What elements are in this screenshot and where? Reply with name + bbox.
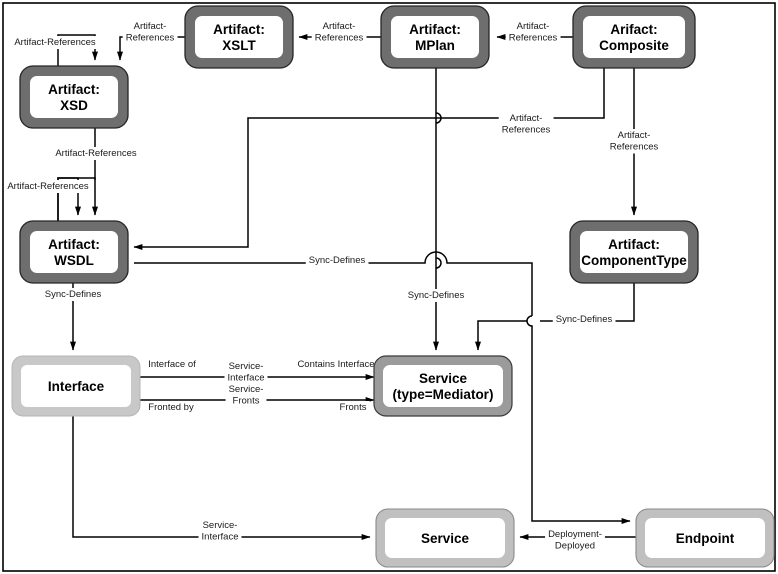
lbl-ctype-smed: Sync-Defines <box>552 313 616 326</box>
svg-text:Service-: Service- <box>203 520 238 531</box>
svg-text:Artifact-: Artifact- <box>510 113 543 124</box>
node-wsdl[interactable]: Artifact:WSDL <box>19 220 129 284</box>
svg-text:Deployed: Deployed <box>555 541 595 552</box>
lbl-wsdl-iface: Sync-Defines <box>41 288 105 301</box>
lbl-interface-of: Interface of <box>145 358 200 371</box>
svg-text:Fronts: Fronts <box>340 402 367 413</box>
svg-text:References: References <box>509 33 558 44</box>
lbl-xsd-wsdl: Artifact-References <box>52 147 140 160</box>
svg-text:Artifact-: Artifact- <box>323 21 356 32</box>
lbl-service-interface: Service-Interface <box>224 360 268 385</box>
svg-text:Deployment-: Deployment- <box>548 529 602 540</box>
node-mplan-label-1: MPlan <box>415 38 455 53</box>
svg-text:References: References <box>610 142 659 153</box>
node-xslt-label-0: Artifact: <box>213 22 265 37</box>
node-smed-label-0: Service <box>419 371 468 386</box>
node-smed-label-1: (type=Mediator) <box>393 387 494 402</box>
svg-text:Sync-Defines: Sync-Defines <box>45 289 102 300</box>
node-xsd-label-0: Artifact: <box>48 82 100 97</box>
svg-text:Artifact-: Artifact- <box>134 21 167 32</box>
node-svc-label-0: Service <box>421 531 470 546</box>
lbl-iface-svc: Service-Interface <box>198 519 242 544</box>
svg-text:Fronted by: Fronted by <box>148 402 194 413</box>
svg-text:Artifact-: Artifact- <box>517 21 550 32</box>
node-ctype[interactable]: Artifact:ComponentType <box>569 220 699 284</box>
lbl-comp-ctype: Artifact-References <box>606 129 662 154</box>
node-mplan-label-0: Artifact: <box>409 22 461 37</box>
svg-text:References: References <box>502 125 551 136</box>
node-svc[interactable]: Service <box>375 508 515 568</box>
relationship-diagram: Artifact-ReferencesArtifact-ReferencesAr… <box>2 2 776 572</box>
lbl-contains-interface: Contains Interface <box>294 358 378 371</box>
svg-text:Sync-Defines: Sync-Defines <box>309 255 366 266</box>
lbl-xsd-self: Artifact-References <box>11 36 99 49</box>
node-xslt-label-1: XSLT <box>222 38 256 53</box>
svg-text:Interface: Interface <box>202 532 239 543</box>
svg-text:Service-: Service- <box>229 361 264 372</box>
node-comp-label-1: Composite <box>599 38 669 53</box>
node-iface-label-0: Interface <box>48 379 105 394</box>
svg-text:Interface of: Interface of <box>148 359 196 370</box>
node-epnt-label-0: Endpoint <box>676 531 735 546</box>
lbl-fronted-by: Fronted by <box>145 401 197 414</box>
node-xsd-label-1: XSD <box>60 98 88 113</box>
svg-text:Service-: Service- <box>229 384 264 395</box>
lbl-wsdl-smed: Sync-Defines <box>305 254 369 267</box>
node-comp-label-0: Arifact: <box>610 22 657 37</box>
lbl-mplan-smed: Sync-Defines <box>404 289 468 302</box>
svg-text:Fronts: Fronts <box>233 396 260 407</box>
lbl-comp-wsdl: Artifact-References <box>498 112 554 137</box>
svg-text:References: References <box>315 33 364 44</box>
node-wsdl-label-1: WSDL <box>54 253 94 268</box>
lbl-xslt-xsd: Artifact-References <box>122 20 178 45</box>
lbl-mplan-xslt: Artifact-References <box>311 20 367 45</box>
svg-text:References: References <box>126 33 175 44</box>
node-ctype-label-1: ComponentType <box>581 253 687 268</box>
node-wsdl-label-0: Artifact: <box>48 237 100 252</box>
svg-text:Artifact-References: Artifact-References <box>7 181 89 192</box>
node-ctype-label-0: Artifact: <box>608 237 660 252</box>
node-epnt[interactable]: Endpoint <box>635 508 775 568</box>
svg-text:Artifact-: Artifact- <box>618 130 651 141</box>
svg-text:Sync-Defines: Sync-Defines <box>556 314 613 325</box>
lbl-service-fronts: Service-Fronts <box>225 383 267 408</box>
node-xsd[interactable]: Artifact:XSD <box>19 65 129 129</box>
lbl-fronts: Fronts <box>336 401 370 414</box>
svg-text:Interface: Interface <box>228 373 265 384</box>
lbl-wsdl-self: Artifact-References <box>4 180 92 193</box>
lbl-comp-xslt: Artifact-References <box>505 20 561 45</box>
svg-text:Contains Interface: Contains Interface <box>297 359 374 370</box>
node-mplan[interactable]: Artifact:MPlan <box>380 5 490 69</box>
lbl-epnt-svc: Deployment-Deployed <box>545 528 605 553</box>
diagram-canvas: Artifact-References Artifact- References Ar… <box>0 0 778 574</box>
svg-text:Artifact-References: Artifact-References <box>55 148 137 159</box>
node-smed[interactable]: Service(type=Mediator) <box>373 355 513 417</box>
svg-text:Artifact-References: Artifact-References <box>14 37 96 48</box>
node-iface[interactable]: Interface <box>11 355 141 417</box>
svg-text:Sync-Defines: Sync-Defines <box>408 290 465 301</box>
node-xslt[interactable]: Artifact:XSLT <box>184 5 294 69</box>
node-comp[interactable]: Arifact:Composite <box>572 5 696 69</box>
